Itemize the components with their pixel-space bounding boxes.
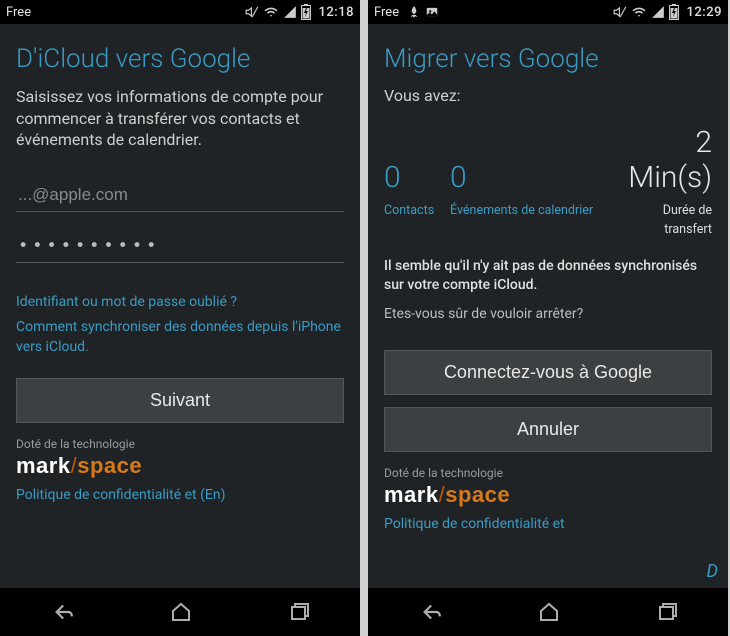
email-field[interactable]: [16, 179, 344, 212]
privacy-link[interactable]: Politique de confidentialité et (En): [16, 487, 344, 503]
home-icon[interactable]: [169, 600, 193, 624]
brand-mark: mark: [384, 482, 439, 507]
mute-icon: [613, 5, 627, 19]
duration-label: Durée de transfert: [663, 203, 712, 237]
brand-space: space: [77, 453, 142, 478]
events-label: Événements de calendrier: [450, 203, 593, 218]
phone-left: Free 12:18 D'iCloud vers Google Saisisse…: [0, 0, 360, 636]
cancel-button[interactable]: Annuler: [384, 407, 712, 452]
recent-icon[interactable]: [288, 600, 312, 624]
android-navbar: [0, 588, 360, 636]
brand-logo: mark/space: [16, 453, 344, 479]
stats-row: 0 0 2 Min(s): [384, 125, 712, 195]
page-title: Migrer vers Google: [384, 44, 712, 74]
carrier-label: Free: [6, 5, 31, 20]
page-title: D'iCloud vers Google: [16, 44, 344, 74]
recent-icon[interactable]: [656, 600, 680, 624]
photo-icon: [425, 5, 439, 19]
connect-google-button[interactable]: Connectez-vous à Google: [384, 350, 712, 395]
back-icon[interactable]: [416, 599, 442, 625]
screen-content: D'iCloud vers Google Saisissez vos infor…: [0, 24, 360, 588]
next-button[interactable]: Suivant: [16, 378, 344, 423]
carrier-label: Free: [374, 5, 399, 20]
battery-icon: [669, 4, 679, 20]
brand-mark: mark: [16, 453, 71, 478]
powered-by-label: Doté de la technologie: [16, 437, 344, 451]
signal-icon: [283, 5, 297, 19]
privacy-link[interactable]: Politique de confidentialité et: [384, 516, 712, 532]
forgot-link[interactable]: Identifiant ou mot de passe oublié ?: [16, 293, 344, 313]
page-subtitle: Saisissez vos informations de compte pou…: [16, 86, 344, 151]
statusbar: Free 12:29: [368, 0, 728, 24]
duration-value: 2 Min(s): [628, 125, 712, 195]
rocket-icon: [407, 5, 421, 19]
no-data-text: Il semble qu'il n'y ait pas de données s…: [384, 257, 712, 295]
confirm-text: Etes-vous sûr de vouloir arrêter?: [384, 305, 712, 324]
android-navbar: [368, 588, 728, 636]
screen-content: Migrer vers Google Vous avez: 0 0 2 Min(…: [368, 24, 728, 588]
signal-icon: [651, 5, 665, 19]
sync-help-link[interactable]: Comment synchroniser des données depuis …: [16, 318, 344, 357]
powered-by-label: Doté de la technologie: [384, 466, 712, 480]
brand-space: space: [445, 482, 510, 507]
contacts-label: Contacts: [384, 203, 434, 218]
d-icon[interactable]: D: [707, 561, 718, 582]
mute-icon: [245, 5, 259, 19]
back-icon[interactable]: [48, 599, 74, 625]
you-have-label: Vous avez:: [384, 86, 712, 105]
wifi-icon: [263, 5, 279, 19]
home-icon[interactable]: [537, 600, 561, 624]
events-value: 0: [450, 160, 467, 195]
clock: 12:29: [687, 5, 722, 20]
password-field[interactable]: ••••••••••: [16, 230, 344, 263]
contacts-value: 0: [384, 160, 401, 195]
statusbar: Free 12:18: [0, 0, 360, 24]
brand-logo: mark/space: [384, 482, 712, 508]
phone-right: Free 12:29 Migrer vers Go: [368, 0, 728, 636]
wifi-icon: [631, 5, 647, 19]
clock: 12:18: [319, 5, 354, 20]
battery-icon: [301, 4, 311, 20]
stats-labels: Contacts Événements de calendrier Durée …: [384, 199, 712, 237]
